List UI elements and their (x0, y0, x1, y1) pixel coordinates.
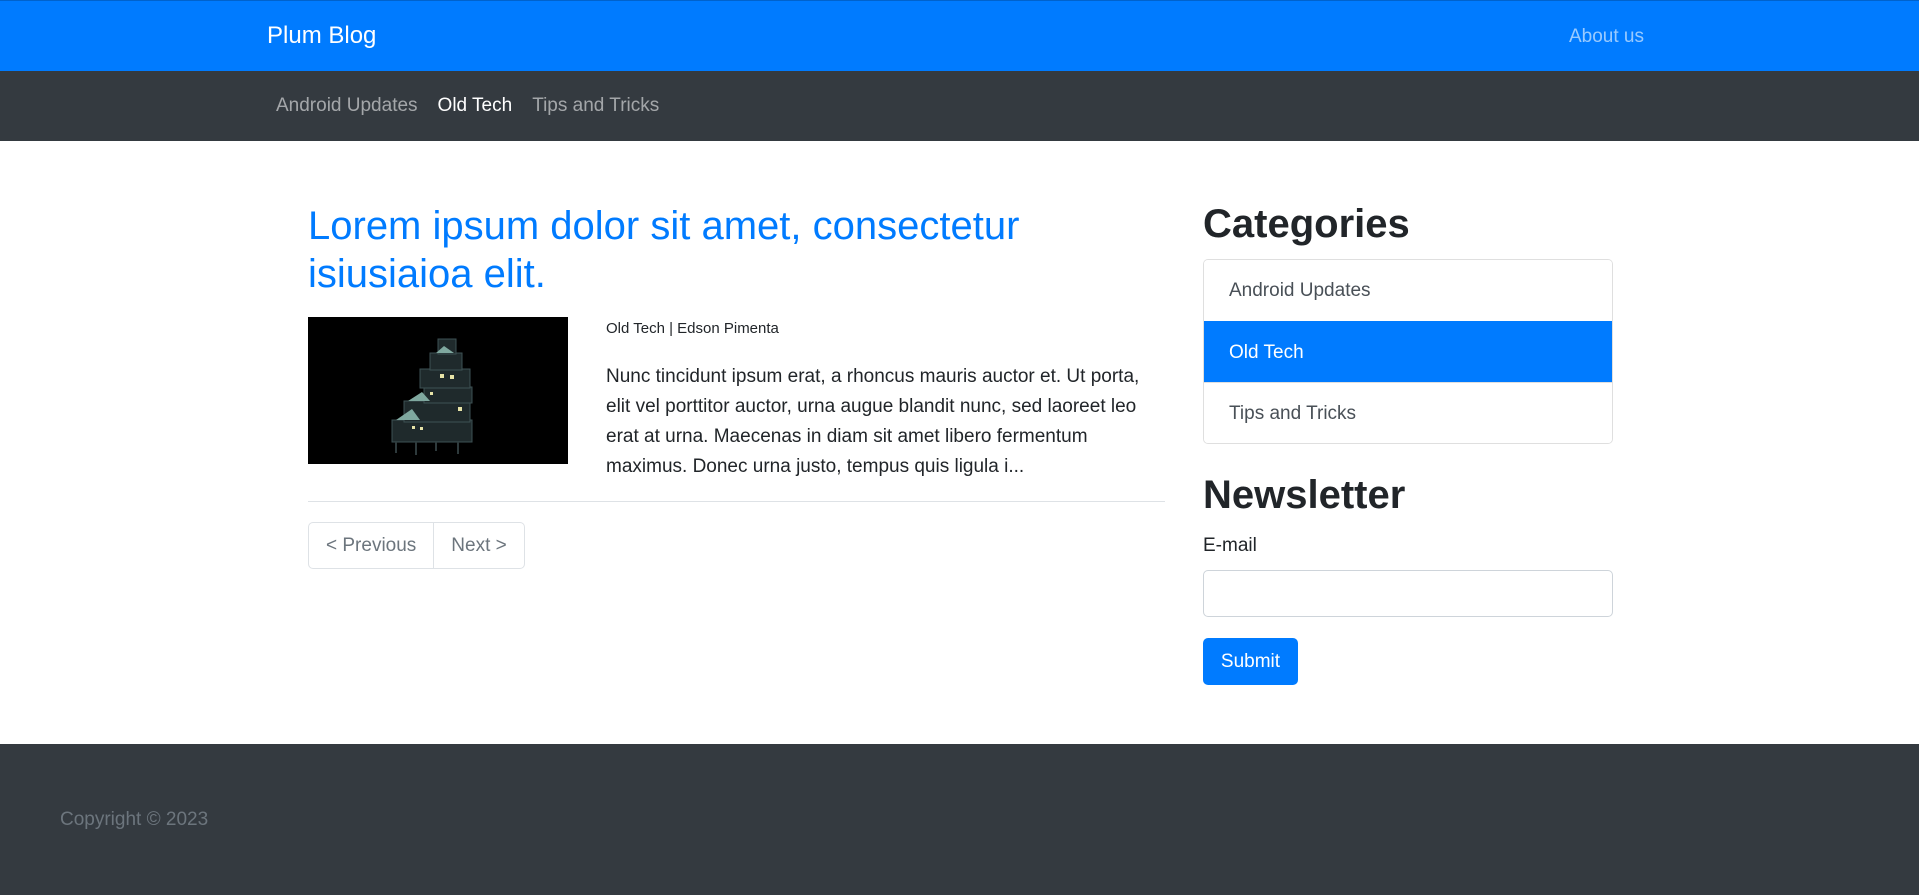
post-meta: Old Tech | Edson Pimenta (606, 320, 779, 337)
pagination: < Previous Next > (308, 522, 525, 569)
category-list: Android Updates Old Tech Tips and Tricks (1203, 259, 1613, 444)
nav-item-android-updates[interactable]: Android Updates (276, 95, 418, 117)
post-excerpt: Nunc tincidunt ipsum erat, a rhoncus mau… (606, 366, 1140, 477)
categories-heading: Categories (1203, 202, 1410, 246)
post-title-link[interactable]: Lorem ipsum dolor sit amet, consectetur … (308, 202, 1108, 298)
category-nav: Android Updates Old Tech Tips and Tricks (276, 95, 659, 117)
previous-page-button[interactable]: < Previous (308, 522, 435, 569)
building-at-night-image (308, 317, 568, 464)
brand-link[interactable]: Plum Blog (267, 22, 376, 50)
about-us-link[interactable]: About us (1569, 26, 1644, 48)
copyright-text: Copyright © 2023 (60, 809, 209, 830)
email-label: E-mail (1203, 535, 1257, 556)
submit-button[interactable]: Submit (1203, 638, 1298, 685)
post-thumbnail[interactable] (308, 317, 568, 464)
top-navbar: Plum Blog About us (0, 0, 1919, 71)
newsletter-heading: Newsletter (1203, 473, 1406, 517)
category-item-android-updates[interactable]: Android Updates (1204, 260, 1612, 321)
next-page-button[interactable]: Next > (434, 522, 525, 569)
post-divider (308, 501, 1165, 502)
category-item-old-tech[interactable]: Old Tech (1204, 321, 1612, 382)
footer: Copyright © 2023 (0, 744, 1919, 895)
email-field[interactable] (1203, 570, 1613, 617)
category-item-tips-and-tricks[interactable]: Tips and Tricks (1204, 382, 1612, 443)
category-navbar: Android Updates Old Tech Tips and Tricks (0, 71, 1919, 141)
nav-item-old-tech[interactable]: Old Tech (438, 95, 513, 117)
nav-item-tips-and-tricks[interactable]: Tips and Tricks (532, 95, 659, 117)
